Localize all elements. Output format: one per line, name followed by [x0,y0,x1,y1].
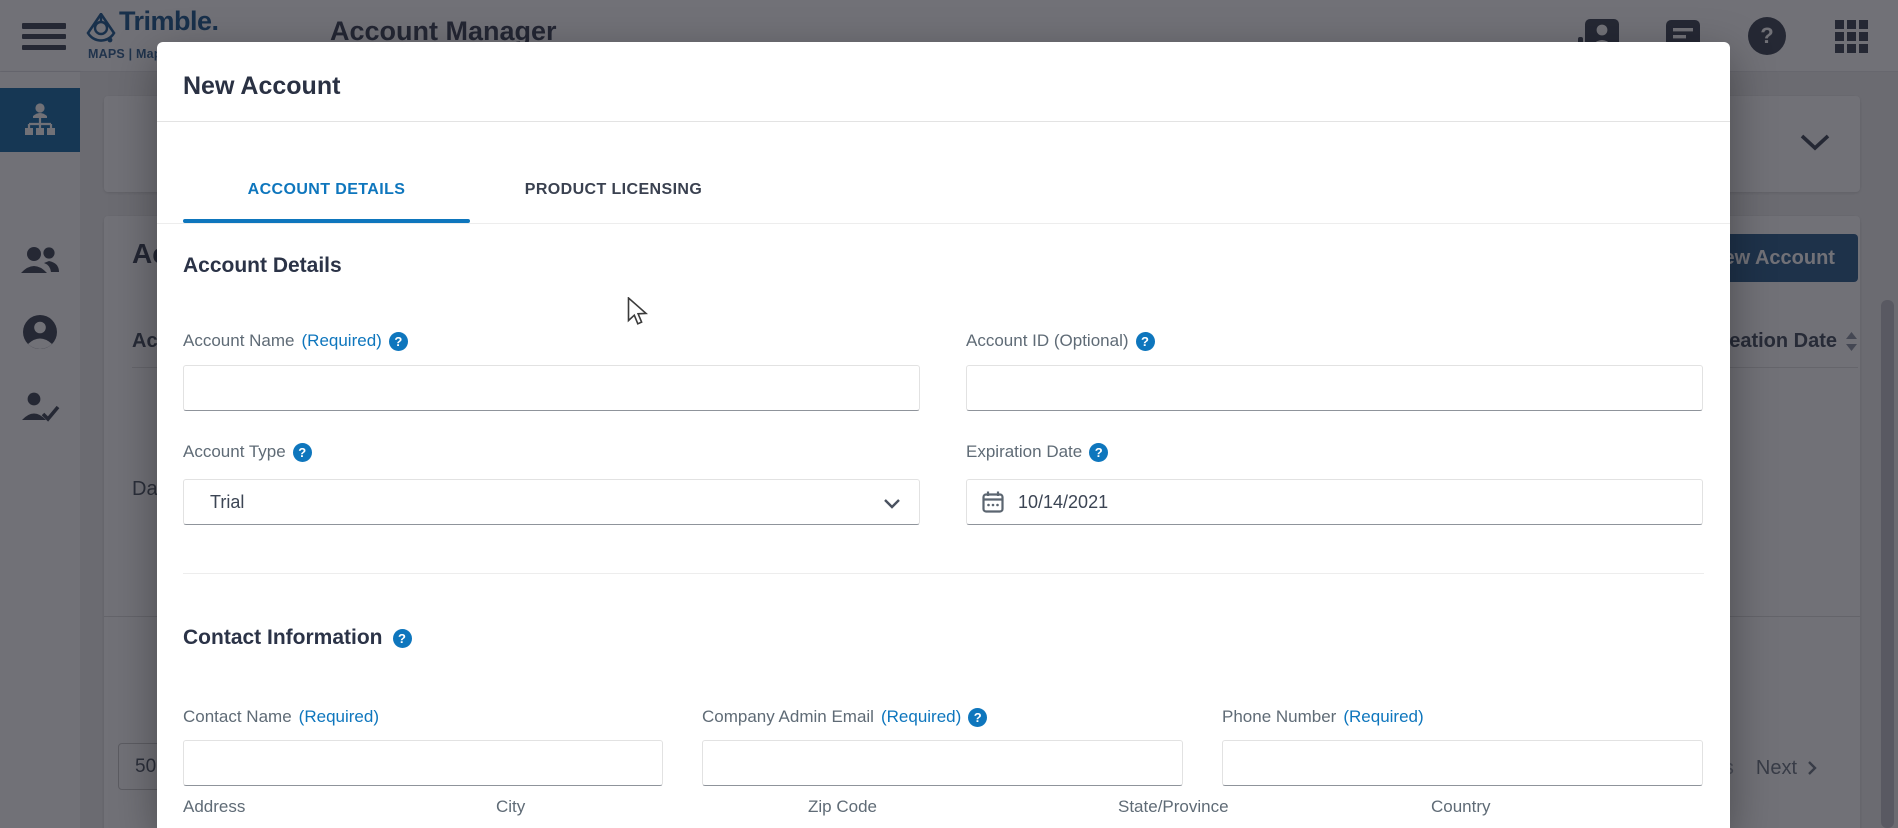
state-province-label: State/Province [1118,797,1229,817]
account-id-input[interactable] [966,365,1703,411]
help-icon[interactable] [1136,332,1155,351]
account-name-label: Account Name (Required) [183,330,920,352]
help-icon[interactable] [393,629,412,648]
account-name-input[interactable] [183,365,920,411]
country-label: Country [1431,797,1491,817]
expiration-date-label: Expiration Date [966,441,1703,463]
chevron-down-icon [883,498,901,509]
expiration-date-input[interactable]: 10/14/2021 [966,479,1703,525]
account-id-label: Account ID (Optional) [966,330,1703,352]
zip-code-label: Zip Code [808,797,877,817]
help-icon[interactable] [968,708,987,727]
account-type-select[interactable]: Trial [183,479,920,525]
phone-number-label: Phone Number (Required) [1222,706,1703,728]
address-label: Address [183,797,245,817]
divider [183,573,1704,574]
account-type-label: Account Type [183,441,920,463]
form-label-row: Contact Name (Required) Company Admin Em… [183,706,1703,728]
city-label: City [496,797,525,817]
phone-number-input[interactable] [1222,740,1703,786]
help-icon[interactable] [293,443,312,462]
tab-product-licensing[interactable]: PRODUCT LICENSING [470,157,757,223]
dialog-tabs: ACCOUNT DETAILS PRODUCT LICENSING [183,157,757,223]
screen: Trimble. MAPS | Maps & Account Manager [0,0,1898,828]
calendar-icon [981,490,1005,514]
form-label-row: Account Type Expiration Date [183,441,1703,463]
form-input-row [183,740,1703,786]
contact-information-heading: Contact Information [183,626,412,650]
tab-account-details[interactable]: ACCOUNT DETAILS [183,157,470,223]
account-details-heading: Account Details [183,254,342,278]
contact-name-label: Contact Name (Required) [183,706,663,728]
help-icon[interactable] [1089,443,1108,462]
divider [157,223,1730,224]
new-account-dialog: New Account ACCOUNT DETAILS PRODUCT LICE… [157,42,1730,828]
help-icon[interactable] [389,332,408,351]
form-input-row: Trial 10/14/2021 [183,479,1703,525]
contact-name-input[interactable] [183,740,663,786]
company-admin-email-input[interactable] [702,740,1183,786]
form-input-row [183,365,1703,411]
form-label-row: Account Name (Required) Account ID (Opti… [183,330,1703,352]
divider [157,121,1730,122]
dialog-title: New Account [183,72,340,101]
company-admin-email-label: Company Admin Email (Required) [702,706,1183,728]
